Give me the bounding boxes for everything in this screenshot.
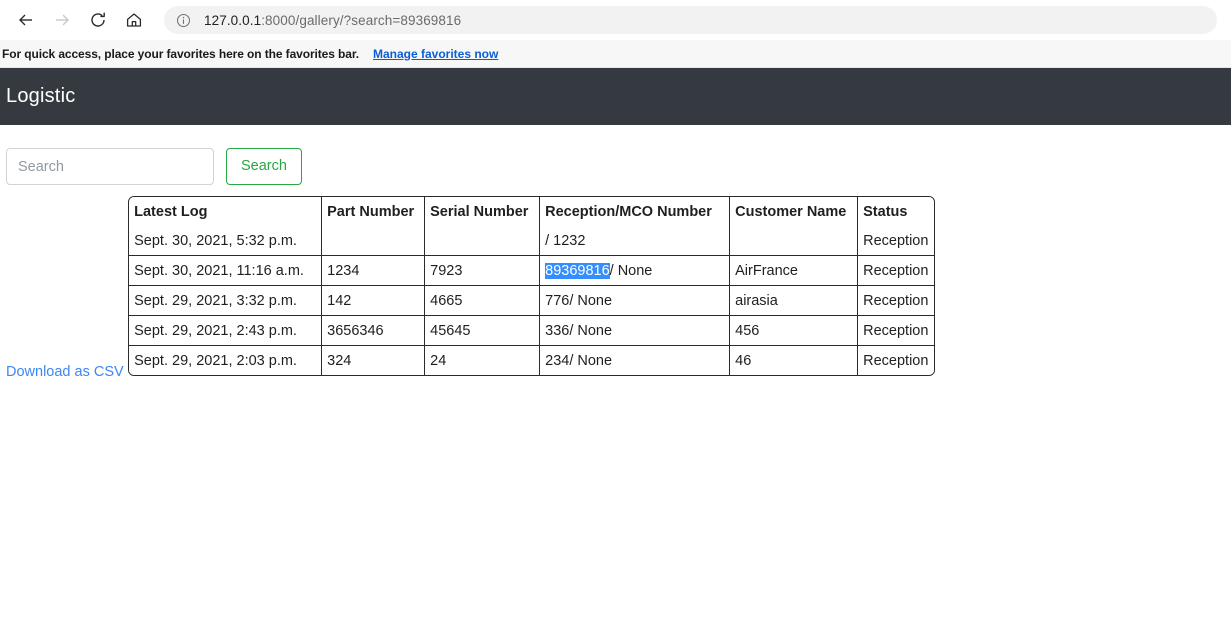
reception-rest-text: / None xyxy=(609,262,653,279)
column-header-serial-number: Serial Number xyxy=(424,197,541,226)
cell-status: Reception xyxy=(857,315,935,346)
cell-serial-number xyxy=(424,226,541,256)
search-input[interactable] xyxy=(6,148,214,185)
table-row[interactable]: Sept. 29, 2021, 3:32 p.m. 142 4665 776/ … xyxy=(129,285,935,316)
cell-reception-number: 234/ None xyxy=(539,345,731,375)
favorites-bar: For quick access, place your favorites h… xyxy=(0,40,1231,68)
forward-arrow-icon xyxy=(52,10,72,30)
reception-rest-text: / 1232 xyxy=(545,232,586,249)
cell-reception-number: 776/ None xyxy=(539,285,731,316)
cell-serial-number: 45645 xyxy=(424,315,541,346)
cell-status: Reception xyxy=(857,226,935,256)
cell-part-number xyxy=(321,226,426,256)
log-table: Latest Log Part Number Serial Number Rec… xyxy=(129,197,935,375)
main-content: Search Download as CSV Latest Log Part N… xyxy=(0,125,1231,381)
back-arrow-icon xyxy=(16,10,36,30)
reception-rest-text: 234/ None xyxy=(545,352,613,369)
table-body: Sept. 30, 2021, 5:32 p.m. / 1232 Recepti… xyxy=(129,226,935,375)
cell-part-number: 324 xyxy=(321,345,426,375)
cell-customer-name xyxy=(729,226,859,256)
app-navbar: Logistic xyxy=(0,68,1231,125)
cell-part-number: 142 xyxy=(321,285,426,316)
manage-favorites-link[interactable]: Manage favorites now xyxy=(373,47,498,61)
home-icon xyxy=(124,10,144,30)
home-button[interactable] xyxy=(116,2,152,38)
address-bar[interactable]: 127.0.0.1:8000/gallery/?search=89369816 xyxy=(164,6,1217,34)
cell-latest-log: Sept. 29, 2021, 3:32 p.m. xyxy=(129,285,323,316)
table-row[interactable]: Sept. 29, 2021, 2:43 p.m. 3656346 45645 … xyxy=(129,315,935,346)
log-table-container: Latest Log Part Number Serial Number Rec… xyxy=(128,196,936,376)
cell-latest-log: Sept. 30, 2021, 11:16 a.m. xyxy=(129,255,323,286)
page-content: Logistic Search Download as CSV Latest L… xyxy=(0,68,1231,627)
column-header-reception-number: Reception/MCO Number xyxy=(539,197,731,226)
column-header-latest-log: Latest Log xyxy=(129,197,323,226)
table-head: Latest Log Part Number Serial Number Rec… xyxy=(129,197,935,226)
address-bar-text: 127.0.0.1:8000/gallery/?search=89369816 xyxy=(204,13,461,28)
column-header-part-number: Part Number xyxy=(321,197,426,226)
cell-latest-log: Sept. 30, 2021, 5:32 p.m. xyxy=(129,226,323,256)
table-row[interactable]: Sept. 29, 2021, 2:03 p.m. 324 24 234/ No… xyxy=(129,345,935,375)
forward-button[interactable] xyxy=(44,2,80,38)
table-header-row: Latest Log Part Number Serial Number Rec… xyxy=(129,197,935,226)
info-icon[interactable] xyxy=(174,11,192,29)
browser-toolbar: 127.0.0.1:8000/gallery/?search=89369816 xyxy=(0,0,1231,40)
cell-customer-name: 456 xyxy=(729,315,859,346)
search-button[interactable]: Search xyxy=(226,148,302,185)
reception-rest-text: 336/ None xyxy=(545,322,613,339)
cell-reception-number: / 1232 xyxy=(539,226,731,256)
cell-customer-name: AirFrance xyxy=(729,255,859,286)
cell-serial-number: 7923 xyxy=(424,255,541,286)
url-host: 127.0.0.1 xyxy=(204,12,262,28)
cell-latest-log: Sept. 29, 2021, 2:43 p.m. xyxy=(129,315,323,346)
url-path: :8000/gallery/?search=89369816 xyxy=(261,12,462,28)
cell-customer-name: 46 xyxy=(729,345,859,375)
cell-reception-number: 89369816/ None xyxy=(539,255,731,286)
reload-icon xyxy=(88,10,108,30)
selected-text-highlight: 89369816 xyxy=(545,262,610,279)
column-header-customer-name: Customer Name xyxy=(729,197,859,226)
cell-serial-number: 4665 xyxy=(424,285,541,316)
cell-latest-log: Sept. 29, 2021, 2:03 p.m. xyxy=(129,345,323,375)
search-form: Search xyxy=(6,125,1225,185)
cell-serial-number: 24 xyxy=(424,345,541,375)
cell-status: Reception xyxy=(857,345,935,375)
cell-status: Reception xyxy=(857,285,935,316)
reload-button[interactable] xyxy=(80,2,116,38)
table-row[interactable]: Sept. 30, 2021, 5:32 p.m. / 1232 Recepti… xyxy=(129,226,935,256)
column-header-status: Status xyxy=(857,197,935,226)
favorites-hint: For quick access, place your favorites h… xyxy=(2,46,359,61)
table-row[interactable]: Sept. 30, 2021, 11:16 a.m. 1234 7923 893… xyxy=(129,255,935,286)
back-button[interactable] xyxy=(8,2,44,38)
download-csv-link[interactable]: Download as CSV xyxy=(6,364,124,380)
cell-customer-name: airasia xyxy=(729,285,859,316)
cell-part-number: 3656346 xyxy=(321,315,426,346)
cell-part-number: 1234 xyxy=(321,255,426,286)
app-title: Logistic xyxy=(6,85,76,107)
cell-reception-number: 336/ None xyxy=(539,315,731,346)
cell-status: Reception xyxy=(857,255,935,286)
reception-rest-text: 776/ None xyxy=(545,292,613,309)
